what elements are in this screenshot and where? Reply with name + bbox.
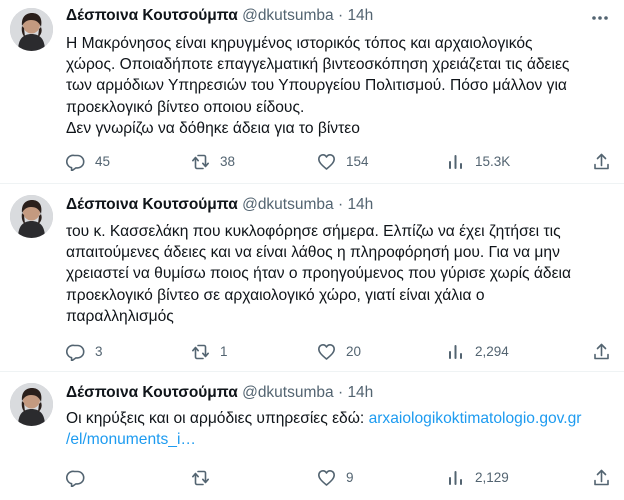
display-name[interactable]: Δέσποινα Κουτσούμπα	[66, 7, 238, 24]
like-count: 20	[346, 344, 362, 359]
tweet-text: Η Μακρόνησος είναι κηρυγμένος ιστορικός …	[66, 33, 614, 139]
like-icon	[317, 469, 336, 486]
tweet-text: του κ. Κασσελάκη που κυκλοφόρησε σήμερα.…	[66, 221, 614, 327]
tweet-text-line: χώρος. Οποιαδήποτε επαγγελματική βιντεοσ…	[66, 56, 570, 74]
retweet-count: 38	[220, 154, 236, 169]
tweet-text-line: προεκλογικό βίντεο σε αρχαιολογικό χώρο,…	[66, 286, 485, 304]
display-name[interactable]: Δέσποινα Κουτσούμπα	[66, 384, 238, 401]
separator: ·	[337, 7, 344, 24]
reply-button[interactable]: 45	[66, 152, 110, 172]
tweet-header: Δέσποινα Κουτσούμπα @dkutsumba · 14h	[66, 5, 373, 27]
user-handle[interactable]: @dkutsumba	[242, 384, 334, 401]
tweet-text-line: προεκλογικό βίντεο οποιου είδους.	[66, 98, 305, 116]
tweet-link-continuation[interactable]: /el/monuments_i…	[66, 429, 614, 450]
separator: ·	[337, 196, 344, 213]
views-count: 15.3K	[475, 154, 511, 169]
tweet-text-line: παραλληλισμός	[66, 307, 174, 325]
views-button[interactable]: 2,294	[446, 342, 509, 362]
reply-count: 3	[95, 344, 103, 359]
tweet-text-line: του κ. Κασσελάκη που κυκλοφόρησε σήμερα.…	[66, 223, 561, 240]
views-icon	[449, 345, 462, 359]
tweet-actions: 3 1 20 2,294	[66, 342, 614, 362]
share-icon[interactable]	[592, 342, 611, 361]
tweet-text-line: Η Μακρόνησος είναι κηρυγμένος ιστορικός …	[66, 35, 533, 52]
tweet-text-prefix: Οι κηρύξεις και οι αρμόδιες υπηρεσίες εδ…	[66, 410, 369, 427]
like-button[interactable]: 9	[317, 468, 354, 488]
tweet-header: Δέσποινα Κουτσούμπα @dkutsumba · 14h	[66, 382, 373, 404]
avatar[interactable]	[10, 383, 53, 426]
retweet-icon	[192, 344, 209, 360]
tweet-actions: 9 2,129	[66, 468, 614, 488]
separator: ·	[337, 384, 344, 401]
timestamp[interactable]: 14h	[347, 7, 373, 24]
tweet[interactable]: Δέσποινα Κουτσούμπα @dkutsumba · 14h Οι …	[0, 371, 624, 500]
like-count: 9	[346, 470, 354, 485]
tweet-text-line: Δεν γνωρίζω να δόθηκε άδεια για το βίντε…	[66, 119, 360, 137]
user-handle[interactable]: @dkutsumba	[242, 7, 334, 24]
more-icon[interactable]	[590, 8, 610, 28]
like-count: 154	[346, 154, 369, 169]
tweet-text: Οι κηρύξεις και οι αρμόδιες υπηρεσίες εδ…	[66, 408, 614, 450]
views-count: 2,129	[475, 470, 509, 485]
avatar[interactable]	[10, 8, 53, 51]
tweet-actions: 45 38 154 15.3K	[66, 152, 614, 172]
tweet[interactable]: Δέσποινα Κουτσούμπα @dkutsumba · 14h του…	[0, 183, 624, 371]
display-name[interactable]: Δέσποινα Κουτσούμπα	[66, 196, 238, 213]
share-icon[interactable]	[592, 152, 611, 171]
tweet-text-line: των αρμόδιων Υπηρεσιών του Υπουργείου Πο…	[66, 77, 567, 95]
retweet-button[interactable]: 38	[191, 152, 235, 172]
views-icon	[449, 155, 462, 169]
retweet-icon	[192, 470, 209, 486]
reply-icon	[66, 344, 85, 361]
like-icon	[317, 343, 336, 360]
share-icon[interactable]	[592, 468, 611, 487]
timestamp[interactable]: 14h	[347, 196, 373, 213]
tweet-text-line: χρειαστεί να θυμίσω ποιος ήταν ο προηγού…	[66, 265, 572, 283]
retweet-count: 1	[220, 344, 228, 359]
views-icon	[449, 471, 462, 485]
user-handle[interactable]: @dkutsumba	[242, 196, 334, 213]
like-button[interactable]: 20	[317, 342, 361, 362]
retweet-icon	[192, 154, 209, 170]
views-count: 2,294	[475, 344, 509, 359]
tweet-text-line: απαιτούμενες άδειες και να είναι λάθος η…	[66, 244, 560, 262]
like-icon	[317, 154, 336, 170]
views-button[interactable]: 2,129	[446, 468, 509, 488]
tweet-text-line: Οι κηρύξεις και οι αρμόδιες υπηρεσίες εδ…	[66, 408, 614, 429]
avatar[interactable]	[10, 195, 53, 238]
reply-button[interactable]	[66, 468, 95, 488]
retweet-button[interactable]	[191, 468, 220, 488]
like-button[interactable]: 154	[317, 152, 369, 172]
reply-button[interactable]: 3	[66, 342, 103, 362]
reply-icon	[66, 470, 85, 487]
tweet-link[interactable]: arxaiologikoktimatologio.gov.gr	[369, 410, 582, 427]
tweet-feed: Δέσποινα Κουτσούμπα @dkutsumba · 14h Η Μ…	[0, 0, 624, 500]
tweet-header: Δέσποινα Κουτσούμπα @dkutsumba · 14h	[66, 194, 373, 216]
tweet[interactable]: Δέσποινα Κουτσούμπα @dkutsumba · 14h Η Μ…	[0, 0, 624, 183]
timestamp[interactable]: 14h	[347, 384, 373, 401]
retweet-button[interactable]: 1	[191, 342, 228, 362]
reply-count: 45	[95, 154, 111, 169]
reply-icon	[66, 154, 85, 171]
views-button[interactable]: 15.3K	[446, 152, 510, 172]
